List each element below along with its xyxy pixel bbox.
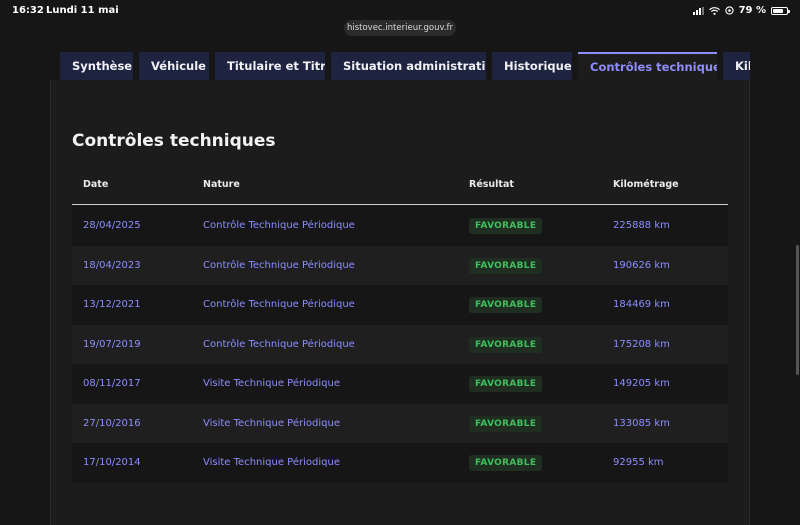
table-row: 28/04/2025 Contrôle Technique Périodique F… bbox=[72, 206, 728, 246]
cell-nature: Contrôle Technique Périodique bbox=[203, 259, 355, 271]
cell-date: 27/10/2016 bbox=[83, 417, 141, 429]
cell-nature: Visite Technique Périodique bbox=[203, 378, 340, 389]
status-time: 16:32 bbox=[12, 5, 44, 16]
scrollbar[interactable] bbox=[796, 245, 799, 375]
status-date: Lundi 11 mai bbox=[46, 5, 119, 16]
cell-date: 08/11/2017 bbox=[83, 378, 141, 389]
tab-kilometrage[interactable]: Kilo bbox=[723, 52, 750, 80]
cell-nature: Contrôle Technique Périodique bbox=[203, 338, 355, 350]
result-badge: FAVORABLE bbox=[469, 297, 543, 313]
table-row: 27/10/2016 Visite Technique Périodique FAV… bbox=[72, 403, 728, 443]
column-header-kilometrage: Kilométrage bbox=[613, 179, 679, 190]
cell-kilometrage: 184469 km bbox=[613, 299, 670, 310]
table-row: 18/04/2023 Contrôle Technique Périodique F… bbox=[72, 245, 728, 285]
location-icon bbox=[724, 6, 734, 15]
result-badge: FAVORABLE bbox=[469, 336, 543, 353]
result-badge: FAVORABLE bbox=[469, 257, 543, 274]
tab-titulaire-titre[interactable]: Titulaire et Titre bbox=[215, 52, 325, 80]
tab-situation-administrative[interactable]: Situation administrative bbox=[331, 52, 486, 80]
cell-kilometrage: 133085 km bbox=[613, 417, 670, 429]
table-row: 17/10/2014 Visite Technique Périodique FAV… bbox=[72, 443, 728, 483]
cell-nature: Visite Technique Périodique bbox=[203, 417, 340, 429]
table-row: 13/12/2021 Contrôle Technique Périodique F… bbox=[72, 285, 728, 325]
status-bar: 16:32 Lundi 11 mai 79 % bbox=[0, 0, 800, 22]
tab-controles-techniques[interactable]: Contrôles techniques bbox=[578, 52, 717, 80]
page-title: Contrôles techniques bbox=[72, 131, 276, 151]
result-badge: FAVORABLE bbox=[469, 376, 543, 392]
cell-date: 17/10/2014 bbox=[83, 457, 141, 468]
cell-kilometrage: 225888 km bbox=[613, 220, 670, 231]
battery-icon bbox=[771, 6, 790, 15]
tab-synthese[interactable]: Synthèse bbox=[60, 52, 133, 80]
result-badge: FAVORABLE bbox=[469, 218, 543, 234]
cell-nature: Visite Technique Périodique bbox=[203, 457, 340, 468]
table-row: 08/11/2017 Visite Technique Périodique FAV… bbox=[72, 364, 728, 404]
cell-date: 28/04/2025 bbox=[83, 220, 141, 231]
cell-kilometrage: 149205 km bbox=[613, 378, 670, 389]
result-badge: FAVORABLE bbox=[469, 415, 543, 432]
cell-date: 13/12/2021 bbox=[83, 299, 141, 310]
cell-nature: Contrôle Technique Périodique bbox=[203, 220, 355, 231]
status-indicators: 79 % bbox=[692, 5, 790, 16]
cell-nature: Contrôle Technique Périodique bbox=[203, 299, 355, 310]
column-header-resultat: Résultat bbox=[469, 179, 514, 190]
tab-bar: Synthèse Véhicule Titulaire et Titre Sit… bbox=[60, 52, 750, 80]
cell-kilometrage: 92955 km bbox=[613, 457, 664, 468]
result-badge: FAVORABLE bbox=[469, 455, 543, 471]
column-header-nature: Nature bbox=[203, 179, 240, 190]
cell-date: 19/07/2019 bbox=[83, 338, 141, 350]
column-header-date: Date bbox=[83, 179, 109, 190]
battery-percentage: 79 % bbox=[738, 5, 766, 16]
table-header-divider bbox=[72, 204, 728, 205]
cell-date: 18/04/2023 bbox=[83, 259, 141, 271]
cell-kilometrage: 175208 km bbox=[613, 338, 670, 350]
wifi-icon bbox=[708, 6, 720, 15]
tab-vehicule[interactable]: Véhicule bbox=[139, 52, 209, 80]
table-row: 19/07/2019 Contrôle Technique Périodique F… bbox=[72, 324, 728, 364]
tab-historique[interactable]: Historique bbox=[492, 52, 572, 80]
cell-kilometrage: 190626 km bbox=[613, 259, 670, 271]
cellular-signal-icon bbox=[692, 6, 704, 15]
address-bar[interactable]: histovec.interieur.gouv.fr bbox=[344, 20, 456, 36]
